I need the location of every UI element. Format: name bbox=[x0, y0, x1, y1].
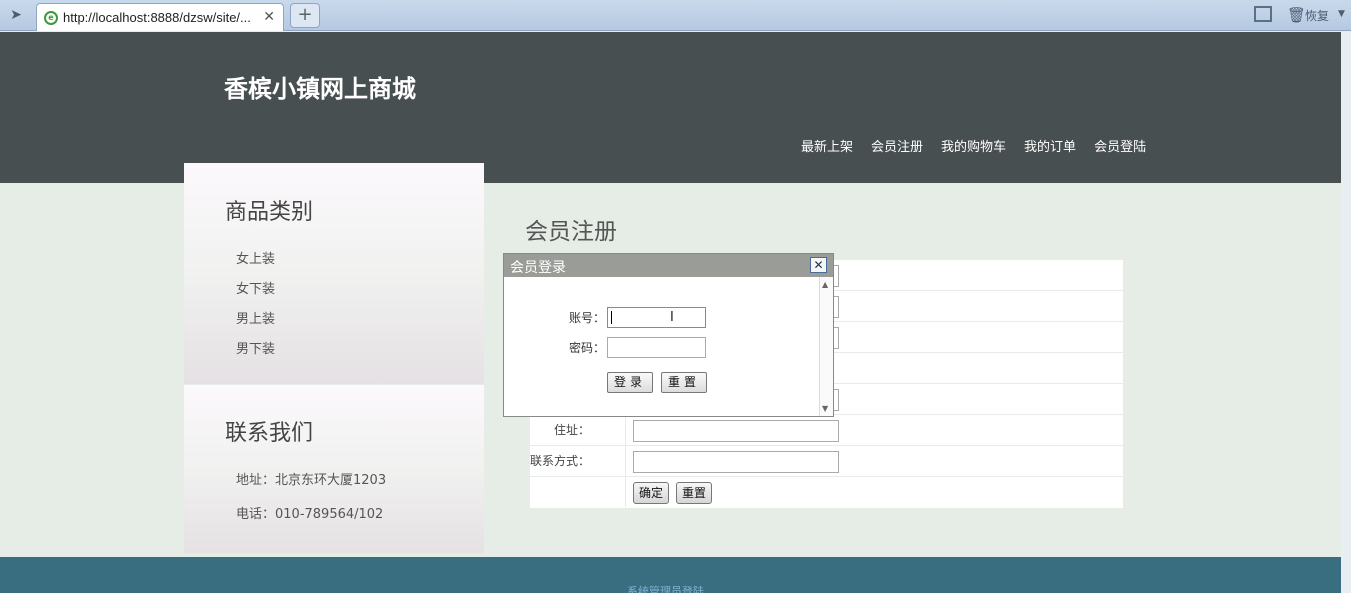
contact-row: 联系方式： bbox=[530, 446, 1123, 477]
new-tab-button[interactable]: + bbox=[290, 3, 320, 28]
confirm-button[interactable]: 确定 bbox=[633, 482, 670, 504]
address-input[interactable] bbox=[633, 420, 839, 442]
category-link[interactable]: 女下装 bbox=[236, 278, 275, 297]
category-panel: 商品类别 女上装 女下装 男上装 男下装 bbox=[184, 163, 484, 384]
restore-window-icon[interactable] bbox=[1254, 6, 1272, 22]
site-title: 香槟小镇网上商城 bbox=[224, 74, 416, 103]
categories-title: 商品类别 bbox=[225, 200, 314, 225]
account-input[interactable]: I bbox=[607, 307, 706, 328]
contact-title: 联系我们 bbox=[225, 421, 314, 446]
nav-item-orders[interactable]: 我的订单 bbox=[1024, 136, 1076, 155]
page-scrollbar[interactable] bbox=[1341, 32, 1351, 593]
tab-url: http://localhost:8888/dzsw/site/... bbox=[63, 10, 251, 25]
ie-icon: e bbox=[44, 11, 58, 25]
text-caret bbox=[611, 311, 612, 324]
dialog-scrollbar[interactable]: ▲ ▼ bbox=[819, 277, 833, 416]
buttons-row: 确定 重置 bbox=[530, 477, 1123, 508]
site-footer: 系统管理员登陆 bbox=[0, 557, 1341, 593]
address-label: 住址： bbox=[530, 415, 626, 445]
scroll-up-icon[interactable]: ▲ bbox=[822, 280, 828, 289]
restore-label[interactable]: 恢复 bbox=[1305, 7, 1329, 24]
site-header: 香槟小镇网上商城 最新上架 会员注册 我的购物车 我的订单 会员登陆 bbox=[0, 32, 1341, 183]
category-link[interactable]: 男上装 bbox=[236, 308, 275, 327]
nav-item-cart[interactable]: 我的购物车 bbox=[941, 136, 1006, 155]
dialog-reset-button[interactable]: 重置 bbox=[661, 372, 708, 393]
password-label: 密码： bbox=[569, 341, 606, 355]
login-dialog: 会员登录 ✕ ▲ ▼ 账号： I 密码： 登录 重置 bbox=[503, 253, 834, 417]
page-title: 会员注册 bbox=[525, 219, 617, 245]
chevron-down-icon[interactable]: ▼ bbox=[1338, 9, 1345, 19]
contact-address: 地址：北京东环大厦1203 bbox=[236, 473, 387, 488]
trash-icon[interactable]: 🗑 bbox=[1287, 6, 1306, 24]
dialog-header[interactable]: 会员登录 ✕ bbox=[504, 254, 833, 277]
category-link[interactable]: 男下装 bbox=[236, 338, 275, 357]
browser-tab[interactable]: e http://localhost:8888/dzsw/site/... ✕ bbox=[36, 3, 284, 31]
contact-input[interactable] bbox=[633, 451, 839, 473]
main-nav: 最新上架 会员注册 我的购物车 我的订单 会员登陆 bbox=[792, 136, 1155, 155]
contact-panel: 联系我们 地址：北京东环大厦1203 电话：010-789564/102 bbox=[184, 385, 484, 553]
sidebar-toggle-icon[interactable]: ➤ bbox=[6, 6, 26, 24]
password-input[interactable] bbox=[607, 337, 706, 358]
nav-item-new-arrivals[interactable]: 最新上架 bbox=[801, 136, 853, 155]
contact-phone: 电话：010-789564/102 bbox=[236, 507, 384, 522]
close-icon[interactable]: ✕ bbox=[810, 257, 827, 273]
nav-item-register[interactable]: 会员注册 bbox=[871, 136, 923, 155]
account-label: 账号： bbox=[569, 311, 606, 325]
login-button[interactable]: 登录 bbox=[607, 372, 654, 393]
address-row: 住址： bbox=[530, 415, 1123, 446]
nav-item-login[interactable]: 会员登陆 bbox=[1094, 136, 1146, 155]
admin-login-link[interactable]: 系统管理员登陆 bbox=[627, 583, 704, 593]
scroll-down-icon[interactable]: ▼ bbox=[822, 404, 828, 413]
reset-button[interactable]: 重置 bbox=[676, 482, 713, 504]
category-link[interactable]: 女上装 bbox=[236, 248, 275, 267]
close-tab-icon[interactable]: ✕ bbox=[263, 9, 275, 25]
contact-label: 联系方式： bbox=[530, 446, 626, 476]
ibeam-cursor-icon: I bbox=[670, 310, 674, 325]
sidebar: 商品类别 女上装 女下装 男上装 男下装 联系我们 地址：北京东环大厦1203 … bbox=[184, 163, 484, 553]
browser-toolbar: ➤ e http://localhost:8888/dzsw/site/... … bbox=[0, 0, 1351, 31]
dialog-title: 会员登录 bbox=[510, 260, 566, 276]
